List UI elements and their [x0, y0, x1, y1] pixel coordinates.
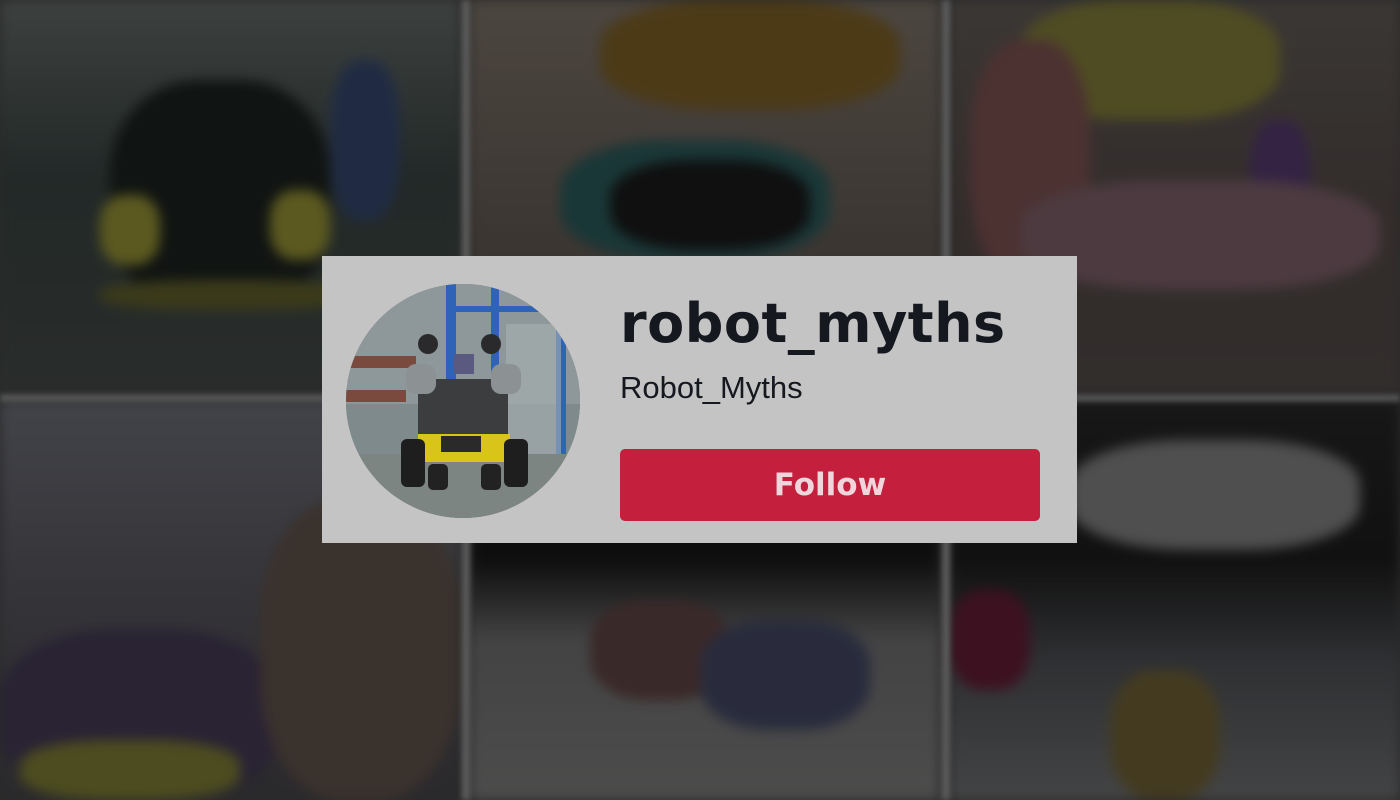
robot-vehicle-avatar-icon	[346, 284, 580, 518]
profile-username: robot_myths	[620, 292, 1006, 355]
profile-card: robot_myths Robot_Myths Follow	[322, 256, 1077, 543]
profile-nickname: Robot_Myths	[620, 370, 803, 405]
profile-avatar[interactable]	[346, 284, 580, 518]
follow-button[interactable]: Follow	[620, 449, 1040, 521]
